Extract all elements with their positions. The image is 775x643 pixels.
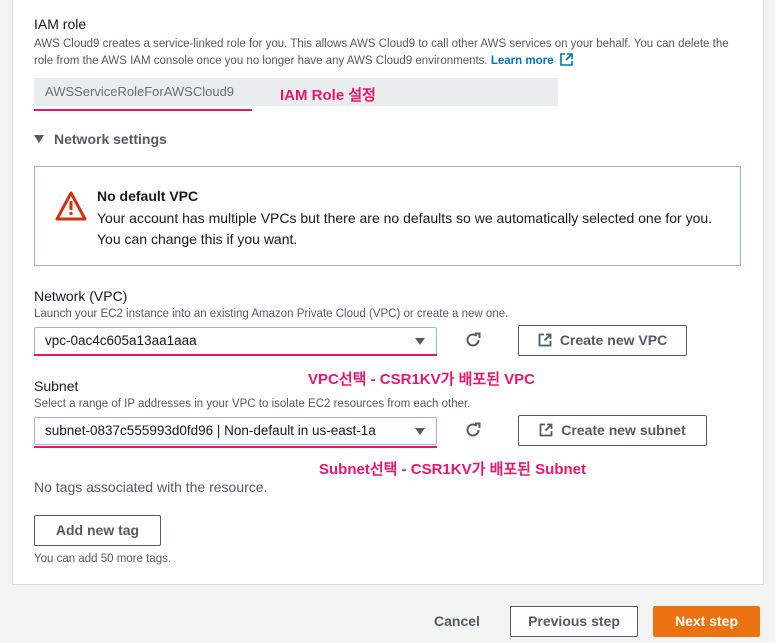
alert-message: Your account has multiple VPCs but there… [97,210,713,247]
vpc-select-value: vpc-0ac4c605a13aa1aaa [45,333,197,348]
subnet-underline [34,446,437,448]
learn-more-link[interactable]: Learn more [491,53,573,67]
create-new-subnet-button[interactable]: Create new subnet [518,415,707,446]
create-new-vpc-button[interactable]: Create new VPC [518,325,687,356]
external-link-icon [539,418,553,447]
subnet-description: Select a range of IP addresses in your V… [34,398,471,410]
iam-role-title: IAM role [34,16,87,32]
alert-title: No default VPC [97,188,199,204]
chevron-down-icon [415,428,425,435]
next-step-button[interactable]: Next step [653,606,760,637]
subnet-select-value: subnet-0837c555993d0fd96 | Non-default i… [45,423,376,438]
vpc-annotation: VPC선택 - CSR1KV가 배포된 VPC [308,371,535,388]
vpc-select[interactable]: vpc-0ac4c605a13aa1aaa [34,327,437,355]
cancel-button[interactable]: Cancel [434,613,480,629]
warning-icon [55,191,87,226]
iam-role-description: AWS Cloud9 creates a service-linked role… [34,36,734,72]
tags-remaining-hint: You can add 50 more tags. [34,553,172,565]
iam-role-description-text: AWS Cloud9 creates a service-linked role… [34,38,729,67]
vpc-label: Network (VPC) [34,288,128,304]
subnet-label: Subnet [34,378,79,394]
iam-role-underline [34,109,252,111]
no-default-vpc-alert: No default VPC Your account has multiple… [34,166,741,266]
network-settings-toggle[interactable]: Network settings [34,131,167,147]
vpc-underline [34,354,437,356]
vpc-description: Launch your EC2 instance into an existin… [34,308,509,320]
subnet-annotation: Subnet선택 - CSR1KV가 배포된 Subnet [319,461,586,478]
external-link-icon [559,53,573,72]
previous-step-button[interactable]: Previous step [510,606,638,637]
external-link-icon [538,328,552,357]
caret-down-icon [34,135,44,143]
add-new-tag-button[interactable]: Add new tag [34,515,161,546]
iam-role-annotation: IAM Role 설정 [280,87,376,104]
subnet-select[interactable]: subnet-0837c555993d0fd96 | Non-default i… [34,417,437,445]
no-tags-text: No tags associated with the resource. [34,479,268,495]
refresh-subnet-icon[interactable] [464,421,482,444]
chevron-down-icon [415,338,425,345]
refresh-vpc-icon[interactable] [464,331,482,354]
settings-panel: IAM role AWS Cloud9 creates a service-li… [12,0,764,585]
network-settings-title: Network settings [54,131,167,147]
